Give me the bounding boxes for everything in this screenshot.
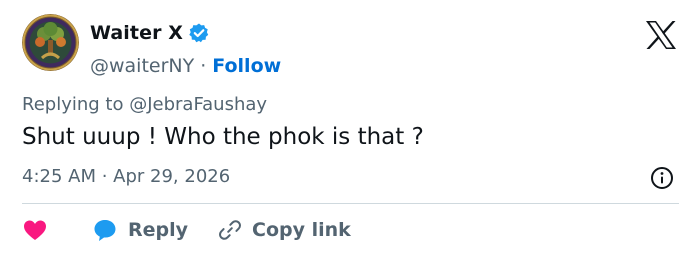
tree-of-life-avatar-icon — [22, 14, 79, 71]
name-row: Waiter X — [90, 20, 281, 46]
author-block: Waiter X @waiterNY · Follow — [90, 20, 281, 79]
link-icon — [218, 218, 242, 242]
info-icon[interactable] — [650, 166, 674, 190]
timestamp-link[interactable]: 4:25 AM · Apr 29, 2026 — [22, 166, 230, 187]
copy-link-label: Copy link — [252, 219, 351, 241]
heart-icon[interactable] — [22, 217, 48, 243]
handle-row: @waiterNY · Follow — [90, 53, 281, 79]
reply-button[interactable]: Reply — [92, 217, 188, 243]
display-name[interactable]: Waiter X — [90, 22, 183, 44]
separator-dot: · — [200, 55, 207, 77]
speech-bubble-icon — [92, 217, 118, 243]
x-logo-icon[interactable] — [645, 20, 677, 50]
action-bar: Reply Copy link — [22, 214, 351, 246]
tweet-card: Waiter X @waiterNY · Follow Replying to … — [0, 0, 700, 256]
follow-button[interactable]: Follow — [212, 55, 281, 77]
reply-label: Reply — [128, 219, 189, 241]
copy-link-button[interactable]: Copy link — [218, 218, 351, 242]
tweet-text: Shut uuup ! Who the phok is that ? — [22, 124, 424, 150]
divider — [22, 203, 679, 204]
verified-badge-icon — [188, 22, 210, 44]
replying-to-text[interactable]: Replying to @JebraFaushay — [22, 94, 267, 115]
avatar[interactable] — [22, 14, 79, 71]
handle[interactable]: @waiterNY — [90, 55, 194, 77]
